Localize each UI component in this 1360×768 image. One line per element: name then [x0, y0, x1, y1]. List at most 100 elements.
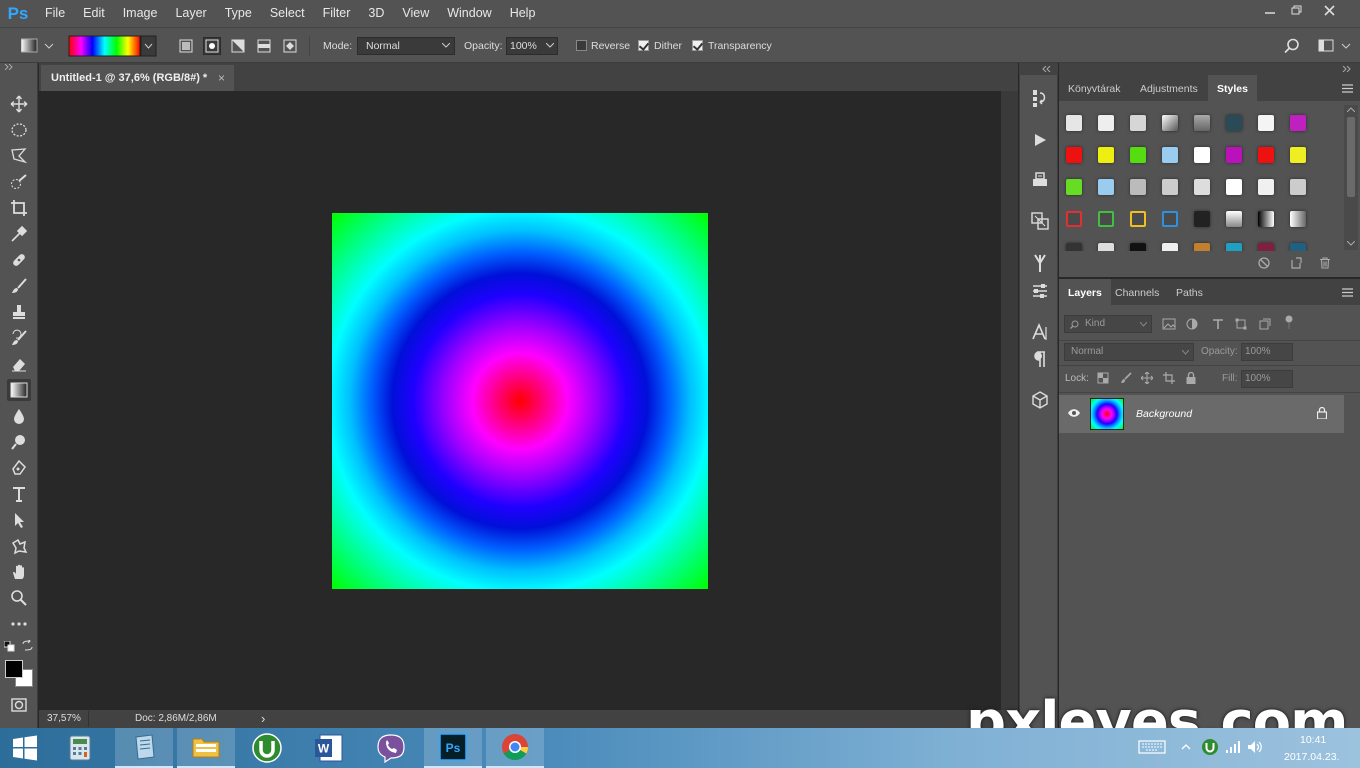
path-selection-tool[interactable]	[7, 509, 31, 531]
properties-panel-button[interactable]	[1028, 279, 1052, 303]
quick-selection-tool[interactable]	[7, 171, 31, 193]
healing-brush-tool[interactable]	[7, 249, 31, 271]
collapse-right-icon[interactable]	[1342, 66, 1352, 72]
character-panel-button[interactable]	[1028, 320, 1052, 344]
scroll-up-icon[interactable]	[1347, 107, 1355, 112]
taskbar-utorrent[interactable]	[238, 728, 296, 768]
filter-smart-object-button[interactable]	[1259, 318, 1271, 330]
style-swatch[interactable]	[1194, 115, 1210, 131]
styles-scrollbar[interactable]	[1344, 105, 1358, 250]
menu-layer[interactable]: Layer	[166, 0, 215, 27]
linear-gradient-button[interactable]	[177, 37, 195, 55]
collapse-tools-icon[interactable]	[4, 64, 14, 70]
style-swatch[interactable]	[1130, 147, 1146, 163]
style-swatch[interactable]	[1162, 243, 1178, 251]
default-colors-button[interactable]	[4, 641, 15, 652]
style-swatch[interactable]	[1098, 147, 1114, 163]
style-swatch[interactable]	[1226, 147, 1242, 163]
eyedropper-tool[interactable]	[7, 223, 31, 245]
clone-stamp-tool[interactable]	[7, 301, 31, 323]
style-swatch[interactable]	[1258, 211, 1274, 227]
reverse-checkbox[interactable]	[576, 40, 587, 51]
style-swatch[interactable]	[1290, 115, 1306, 131]
menu-edit[interactable]: Edit	[74, 0, 114, 27]
tab-layers[interactable]: Layers	[1059, 279, 1111, 305]
style-swatch[interactable]	[1130, 115, 1146, 131]
taskbar-photoshop[interactable]: Ps	[424, 728, 482, 768]
style-swatch[interactable]	[1066, 211, 1082, 227]
style-swatch[interactable]	[1258, 243, 1274, 251]
document-canvas[interactable]	[332, 213, 708, 589]
style-swatch[interactable]	[1098, 179, 1114, 195]
zoom-tool[interactable]	[7, 587, 31, 609]
style-swatch[interactable]	[1290, 243, 1306, 251]
style-swatch[interactable]	[1130, 211, 1146, 227]
filter-shape-button[interactable]	[1235, 318, 1247, 330]
elliptical-marquee-tool[interactable]	[7, 119, 31, 141]
tab-paths[interactable]: Paths	[1167, 279, 1212, 305]
filter-pixel-button[interactable]	[1162, 318, 1176, 330]
menu-file[interactable]: File	[36, 0, 74, 27]
tray-utorrent[interactable]	[1201, 738, 1219, 756]
style-swatch[interactable]	[1066, 243, 1082, 251]
style-swatch[interactable]	[1098, 115, 1114, 131]
eraser-tool[interactable]	[7, 353, 31, 375]
menu-image[interactable]: Image	[114, 0, 167, 27]
tray-expand[interactable]	[1181, 743, 1191, 750]
new-style-button[interactable]	[1290, 257, 1302, 269]
style-swatch[interactable]	[1066, 147, 1082, 163]
quick-mask-button[interactable]	[7, 694, 31, 716]
restore-button[interactable]	[1280, 0, 1314, 20]
filter-toggle[interactable]	[1284, 315, 1294, 329]
delete-style-button[interactable]	[1319, 257, 1331, 269]
style-swatch[interactable]	[1258, 115, 1274, 131]
filter-adjustment-button[interactable]	[1186, 318, 1198, 330]
close-tab-icon[interactable]: ×	[218, 71, 225, 85]
taskbar-file-explorer[interactable]	[177, 728, 235, 768]
opacity-input[interactable]: 100%	[506, 37, 558, 55]
brush-presets-panel-button[interactable]	[1028, 251, 1052, 275]
style-swatch[interactable]	[1194, 211, 1210, 227]
close-button[interactable]	[1312, 0, 1346, 20]
style-swatch[interactable]	[1066, 179, 1082, 195]
style-swatch[interactable]	[1290, 211, 1306, 227]
style-swatch[interactable]	[1194, 243, 1210, 251]
panel-menu-icon[interactable]	[1342, 84, 1354, 93]
style-swatch[interactable]	[1130, 243, 1146, 251]
move-tool[interactable]	[7, 93, 31, 115]
layer-filter-select[interactable]: Kind	[1064, 315, 1152, 333]
lock-pixels-button[interactable]	[1120, 372, 1132, 384]
diamond-gradient-button[interactable]	[281, 37, 299, 55]
hand-tool[interactable]	[7, 561, 31, 583]
pen-tool[interactable]	[7, 457, 31, 479]
more-tools-button[interactable]	[7, 613, 31, 635]
layer-name[interactable]: Background	[1136, 408, 1192, 420]
tray-keyboard[interactable]	[1138, 740, 1166, 754]
custom-shape-tool[interactable]	[7, 535, 31, 557]
dither-checkbox[interactable]	[638, 40, 649, 51]
3d-panel-button[interactable]	[1028, 167, 1052, 191]
search-button[interactable]	[1284, 38, 1300, 54]
layer-opacity-input[interactable]: 100%	[1241, 343, 1293, 361]
style-swatch[interactable]	[1162, 179, 1178, 195]
taskbar-chrome[interactable]	[486, 728, 544, 768]
3d-object-panel-button[interactable]	[1028, 388, 1052, 412]
tray-volume[interactable]	[1247, 740, 1263, 754]
style-swatch[interactable]	[1194, 147, 1210, 163]
style-swatch[interactable]	[1226, 211, 1242, 227]
taskbar-notepad[interactable]	[115, 728, 173, 768]
lock-all-button[interactable]	[1186, 372, 1196, 384]
tab-channels[interactable]: Channels	[1106, 279, 1168, 305]
document-tab[interactable]: Untitled-1 @ 37,6% (RGB/8#) * ×	[41, 65, 234, 91]
style-swatch[interactable]	[1290, 147, 1306, 163]
style-swatch[interactable]	[1162, 115, 1178, 131]
menu-filter[interactable]: Filter	[314, 0, 360, 27]
actions-panel-button[interactable]	[1028, 128, 1052, 152]
swap-colors-button[interactable]	[22, 640, 33, 651]
clone-source-panel-button[interactable]	[1028, 209, 1052, 233]
fill-input[interactable]: 100%	[1241, 370, 1293, 388]
menu-3d[interactable]: 3D	[359, 0, 393, 27]
style-swatch[interactable]	[1226, 243, 1242, 251]
styles-scroll-thumb[interactable]	[1347, 117, 1355, 197]
style-swatch[interactable]	[1162, 147, 1178, 163]
